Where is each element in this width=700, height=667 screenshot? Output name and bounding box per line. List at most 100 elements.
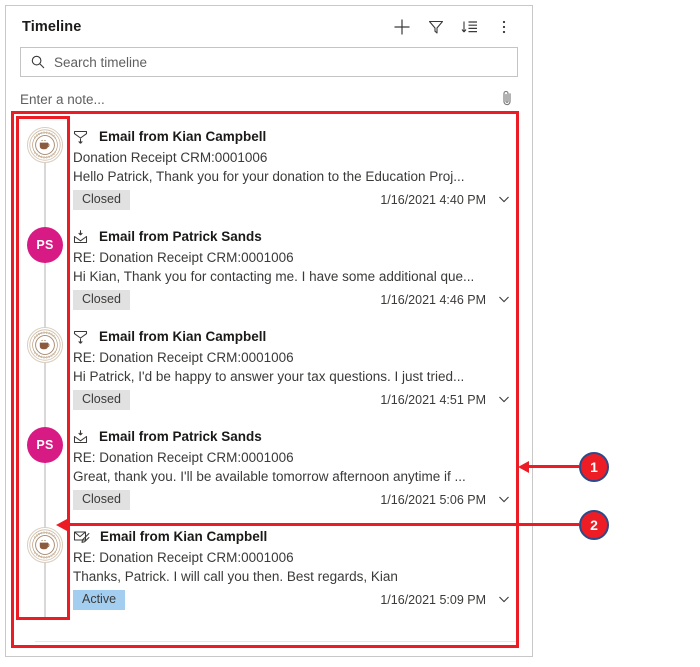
more-commands-button[interactable] <box>488 11 520 43</box>
timeline-item-timestamp: 1/16/2021 4:46 PM <box>380 293 486 307</box>
annotation-callout-1: 1 <box>579 452 609 482</box>
timeline-item-header: Email from Kian Campbell <box>73 127 513 146</box>
timeline-item-timestamp: 1/16/2021 5:09 PM <box>380 593 486 607</box>
patrick-sands-avatar[interactable]: PS <box>27 227 63 263</box>
org-logo-avatar[interactable] <box>27 527 63 563</box>
list-bottom-divider <box>35 641 517 642</box>
page-title: Timeline <box>22 18 82 35</box>
status-badge: Closed <box>73 490 130 510</box>
timeline-rail <box>17 118 73 218</box>
timeline-panel: Timeline Search timeline Enter a note...… <box>5 5 533 657</box>
chevron-down-icon <box>497 492 511 509</box>
expand-item-button[interactable] <box>495 191 513 209</box>
search-input[interactable] <box>46 53 517 71</box>
search-timeline-box[interactable] <box>20 47 518 77</box>
enter-note-row[interactable] <box>20 86 518 114</box>
timeline-item-title[interactable]: Email from Kian Campbell <box>99 329 266 344</box>
timeline-item-meta: 1/16/2021 4:40 PM <box>380 191 513 209</box>
expand-item-button[interactable] <box>495 591 513 609</box>
timeline-item-preview: Hi Patrick, I'd be happy to answer your … <box>73 369 465 384</box>
screenshot-root: Timeline Search timeline Enter a note...… <box>0 0 700 667</box>
timeline-item-title[interactable]: Email from Patrick Sands <box>99 429 262 444</box>
timeline-item[interactable]: Email from Kian Campbell Donation Receip… <box>17 118 523 218</box>
timeline-item-header: Email from Kian Campbell <box>73 527 513 546</box>
timeline-item-content: Email from Kian Campbell RE: Donation Re… <box>73 518 523 618</box>
email-received-icon <box>73 229 90 245</box>
expand-item-button[interactable] <box>495 391 513 409</box>
org-logo-avatar[interactable] <box>27 327 63 363</box>
paperclip-icon <box>499 89 515 110</box>
timeline-item[interactable]: Email from Kian Campbell RE: Donation Re… <box>17 518 523 618</box>
timeline-item-footer: Active 1/16/2021 5:09 PM <box>73 590 513 610</box>
timeline-list[interactable]: Email from Kian Campbell Donation Receip… <box>17 118 523 646</box>
patrick-sands-avatar[interactable]: PS <box>27 427 63 463</box>
timeline-item-title[interactable]: Email from Kian Campbell <box>100 529 267 544</box>
org-logo-icon <box>29 129 61 161</box>
timeline-item-footer: Closed 1/16/2021 4:51 PM <box>73 390 513 410</box>
timeline-item-title[interactable]: Email from Kian Campbell <box>99 129 266 144</box>
sort-descending-icon <box>461 18 479 36</box>
expand-item-button[interactable] <box>495 291 513 309</box>
email-sent-icon <box>73 329 90 345</box>
sort-button[interactable] <box>454 11 486 43</box>
timeline-item-meta: 1/16/2021 4:51 PM <box>380 391 513 409</box>
timeline-item[interactable]: Email from Kian Campbell RE: Donation Re… <box>17 318 523 418</box>
timeline-item-footer: Closed 1/16/2021 5:06 PM <box>73 490 513 510</box>
timeline-item-header: Email from Kian Campbell <box>73 327 513 346</box>
timeline-rail: PS <box>17 218 73 318</box>
timeline-item-meta: 1/16/2021 5:09 PM <box>380 591 513 609</box>
timeline-item-content: Email from Patrick Sands RE: Donation Re… <box>73 218 523 318</box>
chevron-down-icon <box>497 292 511 309</box>
timeline-item[interactable]: PS Email from Patrick Sands RE: Donation… <box>17 418 523 518</box>
timeline-item-subject: RE: Donation Receipt CRM:0001006 <box>73 450 294 465</box>
org-logo-icon <box>29 329 61 361</box>
timeline-item-timestamp: 1/16/2021 4:40 PM <box>380 193 486 207</box>
timeline-item-title[interactable]: Email from Patrick Sands <box>99 229 262 244</box>
timeline-rail: PS <box>17 418 73 518</box>
email-draft-icon <box>73 529 91 545</box>
timeline-item-footer: Closed 1/16/2021 4:40 PM <box>73 190 513 210</box>
timeline-item-content: Email from Kian Campbell Donation Receip… <box>73 118 523 218</box>
chevron-down-icon <box>497 592 511 609</box>
expand-item-button[interactable] <box>495 491 513 509</box>
timeline-item-timestamp: 1/16/2021 4:51 PM <box>380 393 486 407</box>
avatar-initials: PS <box>36 238 54 252</box>
timeline-item-header: Email from Patrick Sands <box>73 427 513 446</box>
timeline-item-preview: Great, thank you. I'll be available tomo… <box>73 469 466 484</box>
chevron-down-icon <box>497 192 511 209</box>
org-logo-icon <box>29 529 61 561</box>
timeline-item-subject: RE: Donation Receipt CRM:0001006 <box>73 350 294 365</box>
timeline-item-meta: 1/16/2021 4:46 PM <box>380 291 513 309</box>
timeline-item-content: Email from Kian Campbell RE: Donation Re… <box>73 318 523 418</box>
email-sent-icon <box>73 129 90 145</box>
filter-icon <box>427 18 445 36</box>
status-badge: Closed <box>73 290 130 310</box>
timeline-rail <box>17 318 73 418</box>
filter-button[interactable] <box>420 11 452 43</box>
search-icon <box>30 54 46 70</box>
email-received-icon <box>73 429 90 445</box>
status-badge: Active <box>73 590 126 610</box>
timeline-toolbar <box>386 11 520 43</box>
note-input[interactable] <box>20 92 496 107</box>
timeline-item-subject: RE: Donation Receipt CRM:0001006 <box>73 250 294 265</box>
timeline-item-content: Email from Patrick Sands RE: Donation Re… <box>73 418 523 518</box>
timeline-item-meta: 1/16/2021 5:06 PM <box>380 491 513 509</box>
timeline-item-preview: Hello Patrick, Thank you for your donati… <box>73 169 465 184</box>
timeline-item-header: Email from Patrick Sands <box>73 227 513 246</box>
timeline-item[interactable]: PS Email from Patrick Sands RE: Donation… <box>17 218 523 318</box>
timeline-rail <box>17 518 73 618</box>
timeline-item-subject: Donation Receipt CRM:0001006 <box>73 150 268 165</box>
status-badge: Closed <box>73 190 130 210</box>
org-logo-avatar[interactable] <box>27 127 63 163</box>
annotation-leader-line-1 <box>527 465 579 468</box>
timeline-header: Timeline <box>6 6 532 47</box>
timeline-item-timestamp: 1/16/2021 5:06 PM <box>380 493 486 507</box>
annotation-callout-2: 2 <box>579 510 609 540</box>
add-timeline-record-button[interactable] <box>386 11 418 43</box>
timeline-item-footer: Closed 1/16/2021 4:46 PM <box>73 290 513 310</box>
avatar-initials: PS <box>36 438 54 452</box>
status-badge: Closed <box>73 390 130 410</box>
timeline-item-subject: RE: Donation Receipt CRM:0001006 <box>73 550 294 565</box>
attach-file-button[interactable] <box>496 89 518 111</box>
